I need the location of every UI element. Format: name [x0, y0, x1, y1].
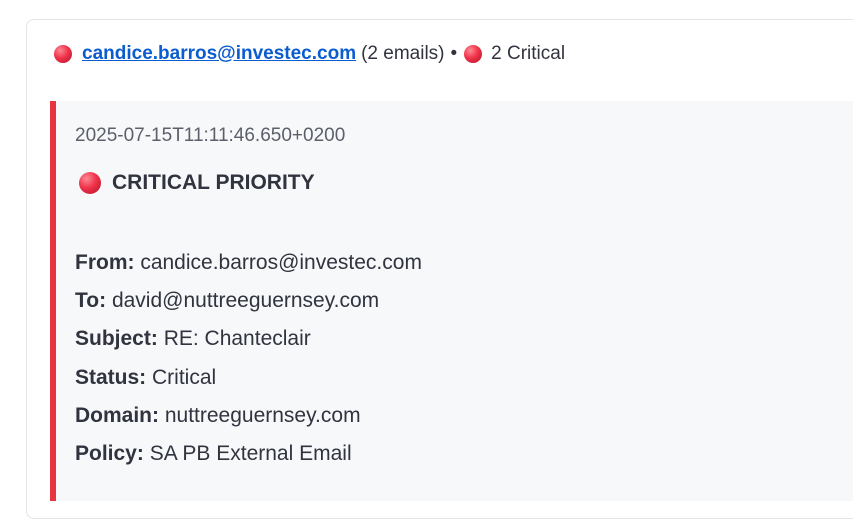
red-circle-icon [54, 45, 72, 63]
separator-bullet: • [450, 43, 458, 64]
red-circle-icon [79, 172, 101, 194]
field-value: nuttreeguernsey.com [164, 403, 361, 427]
field-to: To: david@nuttreeguernsey.com [75, 287, 422, 325]
email-fields: From: candice.barros@investec.com To: da… [75, 249, 422, 478]
field-key: Domain: [75, 403, 165, 427]
sender-email-link[interactable]: candice.barros@investec.com [82, 42, 356, 66]
field-key: Status: [75, 365, 153, 389]
email-timestamp: 2025-07-15T11:11:46.650+0200 [75, 125, 346, 146]
field-status: Status: Critical [75, 364, 422, 402]
field-value: SA PB External Email [149, 441, 352, 465]
field-value: Critical [152, 365, 217, 389]
sender-group-header: candice.barros@investec.com (2 emails) •… [54, 42, 565, 66]
field-policy: Policy: SA PB External Email [75, 440, 422, 478]
field-key: Policy: [75, 441, 150, 465]
priority-label: CRITICAL PRIORITY [112, 171, 315, 194]
critical-count: 2 Critical [491, 43, 566, 64]
email-count: (2 emails) [361, 43, 445, 64]
field-domain: Domain: nuttreeguernsey.com [75, 402, 422, 440]
priority-badge: CRITICAL PRIORITY [79, 171, 315, 195]
field-value: RE: Chanteclair [163, 327, 311, 351]
field-from: From: candice.barros@investec.com [75, 249, 422, 287]
field-subject: Subject: RE: Chanteclair [75, 325, 422, 363]
field-key: To: [75, 289, 112, 313]
red-circle-icon [464, 45, 483, 63]
field-key: Subject: [75, 327, 164, 351]
field-key: From: [75, 251, 141, 274]
field-value: candice.barros@investec.com [140, 251, 422, 274]
field-value: david@nuttreeguernsey.com [111, 289, 380, 313]
